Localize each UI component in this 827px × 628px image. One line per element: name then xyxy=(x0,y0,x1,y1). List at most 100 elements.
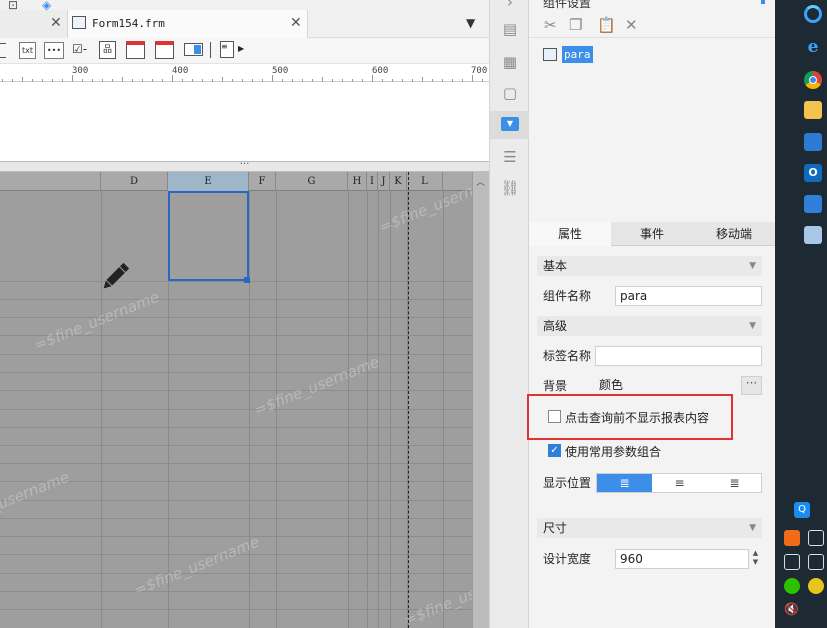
tab-close-icon[interactable]: ✕ xyxy=(290,15,302,31)
tab-close-icon[interactable]: ✕ xyxy=(50,15,62,31)
section-advanced[interactable]: 高级 ▼ xyxy=(537,316,762,336)
tree-widget-icon[interactable]: 品 xyxy=(99,41,116,59)
section-basic[interactable]: 基本 ▼ xyxy=(537,256,762,276)
grid-row-line xyxy=(0,299,472,300)
tab-label: Form154.frm xyxy=(92,17,165,30)
checkbox-widget-icon[interactable]: ☑- xyxy=(72,42,87,56)
widget-node-label: para xyxy=(562,46,593,63)
side-tool-strip: › ▤ ▦ ▢ ▼ ☰ ⛓ xyxy=(489,0,530,628)
pin-icon[interactable]: ◈ xyxy=(42,0,51,12)
widget-name-input[interactable]: para xyxy=(615,286,762,306)
tray-plus-icon[interactable] xyxy=(808,578,824,594)
widget-toolbar: txt ••• ☑- 品 ≡ ▶ xyxy=(0,38,489,64)
ie-icon[interactable]: e xyxy=(804,38,822,56)
edit-pencil-icon[interactable] xyxy=(98,260,132,294)
tray-q-icon[interactable]: Q xyxy=(794,502,810,518)
frame-icon[interactable]: ▢ xyxy=(500,83,520,103)
design-width-stepper[interactable]: ▲ ▼ xyxy=(748,549,762,569)
align-right-button[interactable]: ≣ xyxy=(707,474,762,492)
preview-icon[interactable]: ⊡ xyxy=(8,0,18,12)
section-size[interactable]: 尺寸 ▼ xyxy=(537,518,762,538)
link-icon[interactable]: ⛓ xyxy=(500,178,520,198)
delete-icon[interactable]: ✕ xyxy=(625,16,638,34)
layout-icon[interactable]: ▤ xyxy=(500,19,520,39)
grid-vertical-scrollbar[interactable]: ︿ xyxy=(472,172,489,628)
tab-menu-icon[interactable]: ▼ xyxy=(466,16,475,30)
tray-clipboard-icon[interactable] xyxy=(808,530,824,546)
grid-row-line xyxy=(0,536,472,537)
remote-desktop-icon[interactable] xyxy=(804,133,822,151)
tray-wechat-icon[interactable] xyxy=(784,578,800,594)
property-panel: 组件设置 ✂ ❐ 📋 ✕ para 属性 事件 移动端 基本 ▼ 组件名称 pa… xyxy=(527,0,775,628)
edge-icon[interactable] xyxy=(804,5,822,23)
property-tabs: 属性 事件 移动端 xyxy=(529,222,775,246)
tab-form154[interactable]: Form154.frm ✕ xyxy=(68,10,308,38)
chevron-down-icon: ▼ xyxy=(749,523,756,533)
notepad-icon[interactable] xyxy=(804,226,822,244)
cut-icon[interactable]: ✂ xyxy=(544,16,557,34)
tab-events[interactable]: 事件 xyxy=(611,222,693,246)
selected-cell[interactable] xyxy=(168,191,249,281)
tray-volume-muted-icon[interactable]: 🔇 xyxy=(784,602,799,616)
hide-before-query-label[interactable]: 点击查询前不显示报表内容 xyxy=(565,409,709,426)
fill-handle[interactable] xyxy=(244,277,250,283)
pane-splitter[interactable]: ··· xyxy=(0,160,489,172)
chrome-icon[interactable] xyxy=(804,71,822,89)
section-title: 高级 xyxy=(543,319,568,333)
file-explorer-icon[interactable] xyxy=(804,101,822,119)
tray-battery-icon[interactable] xyxy=(808,554,824,570)
section-title: 基本 xyxy=(543,259,568,273)
scroll-up-icon[interactable]: ︿ xyxy=(476,175,485,188)
paste-icon[interactable]: 📋 xyxy=(597,16,616,34)
section-title: 尺寸 xyxy=(543,521,568,535)
datetime-widget-icon[interactable] xyxy=(155,41,174,59)
background-more-button[interactable]: ··· xyxy=(741,376,762,395)
chevron-down-icon: ▼ xyxy=(749,261,756,271)
grid-row-line xyxy=(0,463,472,464)
password-widget-icon[interactable]: ••• xyxy=(44,42,64,59)
tray-office-icon[interactable] xyxy=(784,530,800,546)
grid-row-line xyxy=(0,281,472,282)
widget-settings-icon[interactable]: ▦ xyxy=(500,52,520,72)
tab-attributes[interactable]: 属性 xyxy=(529,222,611,246)
label-widget-icon[interactable] xyxy=(0,43,6,58)
text-widget-icon[interactable]: txt xyxy=(19,42,36,59)
list-settings-icon[interactable]: ☰ xyxy=(500,147,520,167)
report-grid[interactable]: D E F G H I J K L =$fine_username =$fine… xyxy=(0,172,489,628)
copy-icon[interactable]: ❐ xyxy=(569,16,582,34)
grid-row-line xyxy=(0,609,472,610)
align-left-button[interactable]: ≣ xyxy=(597,474,652,492)
background-label: 背景 xyxy=(543,379,568,393)
ruler-tick xyxy=(172,75,173,82)
chevron-right-icon[interactable]: › xyxy=(500,0,520,12)
tray-copy-icon[interactable] xyxy=(784,554,800,570)
align-center-button[interactable]: ≡ xyxy=(652,474,707,492)
widget-node-icon xyxy=(543,48,557,61)
widget-panel-tab[interactable]: ▼ xyxy=(490,111,530,139)
position-label: 显示位置 xyxy=(543,476,592,490)
outlook-icon[interactable]: O xyxy=(804,164,822,182)
toolbar-more-icon[interactable]: ▶ xyxy=(238,44,244,53)
use-param-combo-checkbox[interactable]: ✓ xyxy=(548,444,561,457)
grid-row-line xyxy=(0,591,472,592)
widget-tree-node[interactable]: para xyxy=(543,46,663,64)
tag-name-input[interactable] xyxy=(595,346,762,366)
hide-before-query-checkbox[interactable] xyxy=(548,410,561,423)
tab-mobile[interactable]: 移动端 xyxy=(693,222,775,246)
list-widget-icon[interactable]: ≡ xyxy=(220,41,234,58)
grid-row-line xyxy=(0,409,472,410)
design-width-input[interactable]: 960 xyxy=(615,549,762,569)
background-value[interactable]: 颜色 xyxy=(595,376,742,396)
panel-title: 组件设置 xyxy=(543,0,592,10)
use-param-combo-label[interactable]: 使用常用参数组合 xyxy=(565,443,661,460)
parameter-canvas[interactable] xyxy=(0,82,489,162)
app-window-icon[interactable] xyxy=(804,195,822,213)
tab-previous[interactable]: ⊡ ◈ ✕ xyxy=(0,0,68,38)
widget-name-label: 组件名称 xyxy=(543,289,592,303)
dropdown-widget-icon[interactable] xyxy=(184,43,203,56)
panel-pin-icon[interactable] xyxy=(761,0,765,4)
page-break-line xyxy=(408,172,409,628)
grid-row-line xyxy=(0,445,472,446)
date-widget-icon[interactable] xyxy=(126,41,145,59)
alignment-group: ≣ ≡ ≣ xyxy=(596,473,762,493)
